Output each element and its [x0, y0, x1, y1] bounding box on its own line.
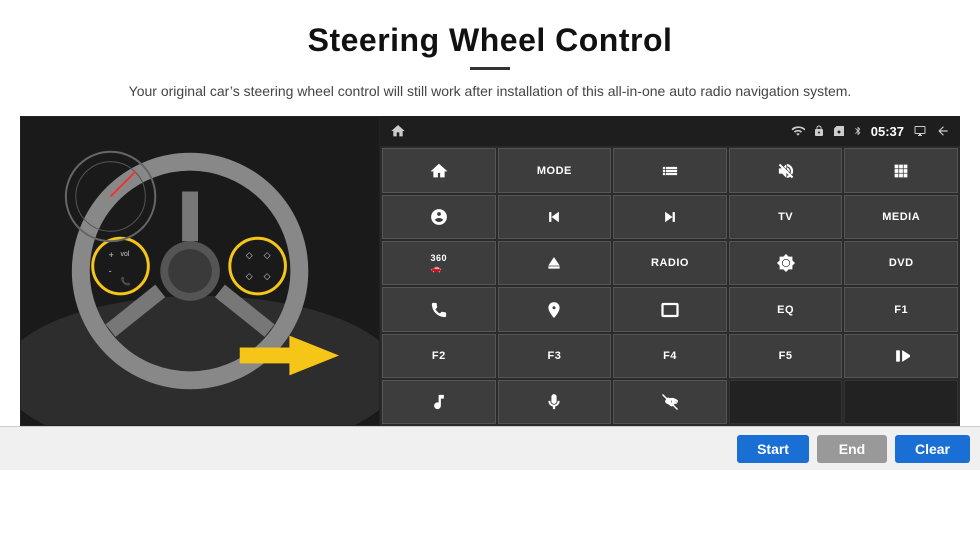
btn-eject[interactable] — [498, 241, 612, 285]
sim-icon — [833, 124, 845, 138]
btn-f1[interactable]: F1 — [844, 287, 958, 331]
main-content: + - 📞 vol ◇ ◇ ◇ ◇ — [0, 116, 980, 426]
svg-text:◇: ◇ — [246, 250, 253, 260]
bluetooth-icon — [853, 124, 863, 138]
btn-prev[interactable] — [498, 195, 612, 239]
page-title: Steering Wheel Control — [0, 0, 980, 59]
btn-list[interactable] — [613, 148, 727, 192]
home-status-icon — [390, 123, 406, 139]
btn-play-pause[interactable] — [844, 334, 958, 378]
end-button[interactable]: End — [817, 435, 887, 463]
lock-icon — [813, 124, 825, 138]
title-divider — [470, 67, 510, 70]
btn-settings-circle[interactable] — [382, 195, 496, 239]
svg-text:◇: ◇ — [246, 271, 253, 281]
wifi-icon — [791, 124, 805, 138]
btn-media[interactable]: MEDIA — [844, 195, 958, 239]
btn-brightness[interactable] — [729, 241, 843, 285]
btn-empty-1 — [729, 380, 843, 424]
status-time: 05:37 — [871, 124, 904, 139]
btn-eq[interactable]: EQ — [729, 287, 843, 331]
start-button[interactable]: Start — [737, 435, 809, 463]
status-bar: 05:37 — [380, 116, 960, 146]
btn-mic[interactable] — [498, 380, 612, 424]
btn-mute[interactable] — [729, 148, 843, 192]
svg-text:-: - — [109, 266, 112, 276]
btn-mode[interactable]: MODE — [498, 148, 612, 192]
btn-radio[interactable]: RADIO — [613, 241, 727, 285]
btn-call-end[interactable] — [613, 380, 727, 424]
btn-empty-2 — [844, 380, 958, 424]
btn-apps[interactable] — [844, 148, 958, 192]
status-bar-right: 05:37 — [791, 124, 950, 139]
btn-360-cam[interactable]: 360🚗 — [382, 241, 496, 285]
svg-text:◇: ◇ — [264, 271, 271, 281]
btn-dvd[interactable]: DVD — [844, 241, 958, 285]
subtitle: Your original car’s steering wheel contr… — [0, 80, 980, 102]
btn-nav[interactable] — [498, 287, 612, 331]
action-bar: Start End Clear — [0, 426, 980, 470]
btn-f2[interactable]: F2 — [382, 334, 496, 378]
svg-text:+: + — [109, 250, 114, 260]
control-panel: 05:37 MODE — [380, 116, 960, 426]
screen-icon — [912, 125, 928, 137]
clear-button[interactable]: Clear — [895, 435, 970, 463]
svg-text:📞: 📞 — [121, 276, 131, 286]
button-grid: MODE TV ME — [380, 146, 960, 426]
svg-text:vol: vol — [121, 251, 130, 258]
btn-home[interactable] — [382, 148, 496, 192]
svg-text:◇: ◇ — [264, 250, 271, 260]
btn-f5[interactable]: F5 — [729, 334, 843, 378]
btn-screen-mirror[interactable] — [613, 287, 727, 331]
back-icon — [936, 124, 950, 138]
btn-phone[interactable] — [382, 287, 496, 331]
btn-f4[interactable]: F4 — [613, 334, 727, 378]
btn-next[interactable] — [613, 195, 727, 239]
steering-wheel-image: + - 📞 vol ◇ ◇ ◇ ◇ — [20, 116, 380, 426]
status-bar-left — [390, 123, 406, 139]
btn-tv[interactable]: TV — [729, 195, 843, 239]
btn-music[interactable] — [382, 380, 496, 424]
btn-f3[interactable]: F3 — [498, 334, 612, 378]
